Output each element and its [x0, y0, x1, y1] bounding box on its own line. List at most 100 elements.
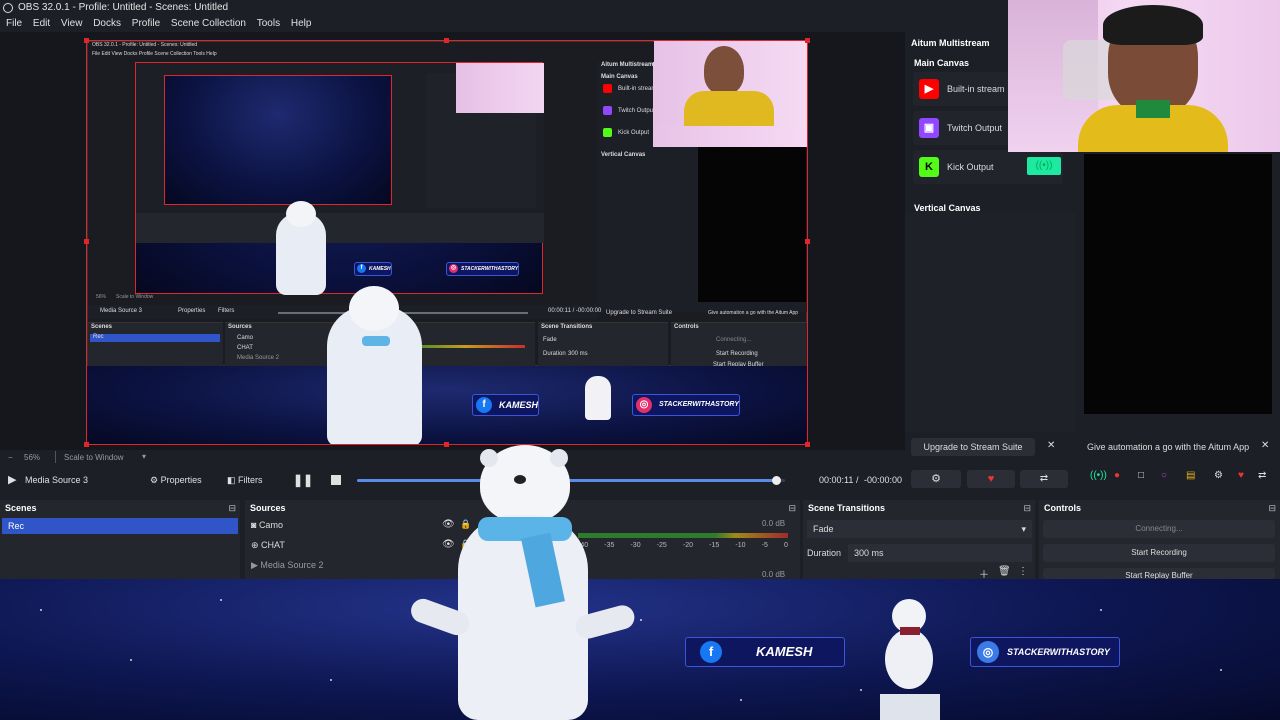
- source-media-2[interactable]: ▶ Media Source 2: [251, 560, 323, 571]
- seek-handle[interactable]: [772, 476, 782, 485]
- handle-tc[interactable]: [444, 38, 449, 43]
- preview-scene-strip: f KAMESH ◎ STACKERWITHASTORY: [87, 286, 807, 444]
- undock-icon[interactable]: ⊟: [1023, 500, 1031, 516]
- vertical-preview: [1084, 154, 1272, 414]
- kick-live-toggle[interactable]: ((•)): [1027, 157, 1061, 175]
- audio-db-top: 0.0 dB: [762, 519, 786, 528]
- nested-fb-badge: f KAMESH: [354, 262, 392, 276]
- globe-icon: ⊕: [251, 540, 262, 550]
- pause-icon[interactable]: ❚❚: [293, 470, 313, 490]
- trash-icon[interactable]: 🗑: [998, 566, 1011, 577]
- media-remaining: -00:00:00: [864, 475, 903, 485]
- swap-icon[interactable]: ⇄: [1258, 470, 1266, 481]
- chevron-down-icon[interactable]: ▾: [142, 452, 146, 461]
- media-source-name: Media Source 3: [25, 475, 89, 485]
- folder-icon[interactable]: ▤: [1186, 470, 1195, 481]
- record-icon[interactable]: ●: [1114, 470, 1120, 481]
- heart-small-icon[interactable]: ♥: [1238, 470, 1244, 481]
- heart-icon: ♥: [987, 473, 995, 485]
- handle-bl[interactable]: [84, 442, 89, 447]
- source-chat[interactable]: ⊕ CHAT: [251, 540, 285, 551]
- duration-label: Duration: [807, 548, 842, 558]
- vertical-canvas-area: [905, 212, 1075, 432]
- zoom-minus-icon[interactable]: −: [8, 453, 13, 462]
- chevron-down-icon: ▾: [1021, 524, 1026, 534]
- nested-preview: f KAMESH ◎ STACKERWITHASTORY: [135, 62, 544, 295]
- circle-icon[interactable]: ○: [1161, 470, 1167, 481]
- zoom-value: 56%: [24, 453, 41, 462]
- undock-icon[interactable]: ⊟: [228, 500, 236, 516]
- gear-icon: ⚙: [931, 473, 941, 485]
- gear-small-icon[interactable]: ⚙: [1214, 470, 1223, 481]
- preview-webcam: [654, 41, 807, 126]
- instagram-icon: ◎: [636, 397, 652, 413]
- facebook-badge: f KAMESH: [685, 637, 845, 667]
- controls-title: Controls: [1044, 503, 1081, 513]
- program-preview[interactable]: OBS 32.0.1 - Profile: Untitled - Scenes:…: [86, 40, 808, 445]
- media-time: 00:00:11: [819, 475, 854, 485]
- scenes-panel: Scenes ⊟ Rec: [0, 500, 240, 579]
- more-icon[interactable]: ⋮: [1018, 566, 1028, 577]
- undock-icon[interactable]: ⊟: [788, 500, 796, 516]
- menu-edit[interactable]: Edit: [27, 16, 50, 32]
- properties-button[interactable]: ⚙ Properties: [150, 470, 202, 490]
- main-canvas-heading: Main Canvas: [914, 58, 970, 68]
- nested-media-label: Media Source 3: [100, 308, 143, 314]
- zoom-divider: [48, 451, 56, 463]
- close-icon[interactable]: ✕: [1047, 440, 1055, 451]
- automation-banner: Give automation a go with the Aitum App: [1087, 442, 1250, 452]
- filter-icon: ◧: [227, 475, 239, 485]
- zoom-mode[interactable]: Scale to Window: [64, 453, 124, 462]
- start-replay-button[interactable]: Start Replay Buffer: [1043, 568, 1275, 579]
- filters-button[interactable]: ◧ Filters: [227, 470, 263, 490]
- youtube-icon: ▶: [919, 79, 939, 99]
- snowman-figure: [880, 599, 940, 720]
- link-icon: ⇄: [1039, 473, 1049, 484]
- webcam-overlay: [1008, 0, 1280, 152]
- transitions-panel: Scene Transitions ⊟ Fade ▾ Duration 300 …: [803, 500, 1035, 581]
- connecting-button[interactable]: Connecting...: [1043, 520, 1275, 538]
- nested-ig-badge: ◎ STACKERWITHASTORY: [446, 262, 520, 276]
- menu-tools[interactable]: Tools: [251, 16, 280, 32]
- play-icon[interactable]: ▶: [8, 470, 16, 490]
- heart-button[interactable]: ♥: [967, 470, 1015, 488]
- live-icon[interactable]: ((•)): [1090, 470, 1107, 481]
- connect-button[interactable]: ⇄: [1020, 470, 1068, 488]
- media-time-separator: /: [856, 475, 859, 485]
- menu-docks[interactable]: Docks: [87, 16, 121, 32]
- facebook-icon: f: [476, 397, 492, 413]
- undock-icon[interactable]: ⊟: [1268, 500, 1276, 516]
- handle-mr[interactable]: [805, 239, 810, 244]
- nested-menu: File Edit View Docks Profile Scene Colle…: [92, 51, 217, 57]
- gear-icon: ⚙: [150, 475, 161, 485]
- settings-button[interactable]: ⚙: [911, 470, 961, 488]
- menu-profile[interactable]: Profile: [126, 16, 160, 32]
- scenes-title: Scenes: [5, 503, 37, 513]
- broadcast-icon: ((•)): [1035, 160, 1053, 171]
- scene-overlay: f KAMESH ◎ STACKERWITHASTORY: [0, 579, 1280, 720]
- menu-help[interactable]: Help: [285, 16, 312, 32]
- duration-spinbox[interactable]: 300 ms: [848, 544, 1032, 562]
- square-icon[interactable]: □: [1138, 470, 1144, 481]
- handle-ml[interactable]: [84, 239, 89, 244]
- source-camo[interactable]: ◙ Camo: [251, 520, 283, 530]
- handle-tl[interactable]: [84, 38, 89, 43]
- handle-tr[interactable]: [805, 38, 810, 43]
- menu-file[interactable]: File: [0, 16, 22, 32]
- scene-item-rec[interactable]: Rec: [2, 518, 238, 534]
- instagram-badge: ◎ STACKERWITHASTORY: [970, 637, 1120, 667]
- facebook-icon: f: [700, 641, 722, 663]
- audio-db-bottom: 0.0 dB: [762, 570, 786, 579]
- close-banner-icon[interactable]: ✕: [1261, 440, 1269, 451]
- upgrade-button[interactable]: Upgrade to Stream Suite: [911, 438, 1035, 456]
- start-recording-button[interactable]: Start Recording: [1043, 544, 1275, 562]
- obs-logo-icon: [3, 3, 13, 13]
- menu-scene-collection[interactable]: Scene Collection: [165, 16, 246, 32]
- stop-icon[interactable]: [331, 475, 341, 485]
- nested-title: OBS 32.0.1 - Profile: Untitled - Scenes:…: [92, 42, 198, 48]
- camera-icon: ◙: [251, 520, 259, 530]
- window-title: OBS 32.0.1 - Profile: Untitled - Scenes:…: [18, 2, 229, 13]
- handle-br[interactable]: [805, 442, 810, 447]
- transition-select[interactable]: Fade ▾: [807, 520, 1032, 538]
- menu-view[interactable]: View: [55, 16, 83, 32]
